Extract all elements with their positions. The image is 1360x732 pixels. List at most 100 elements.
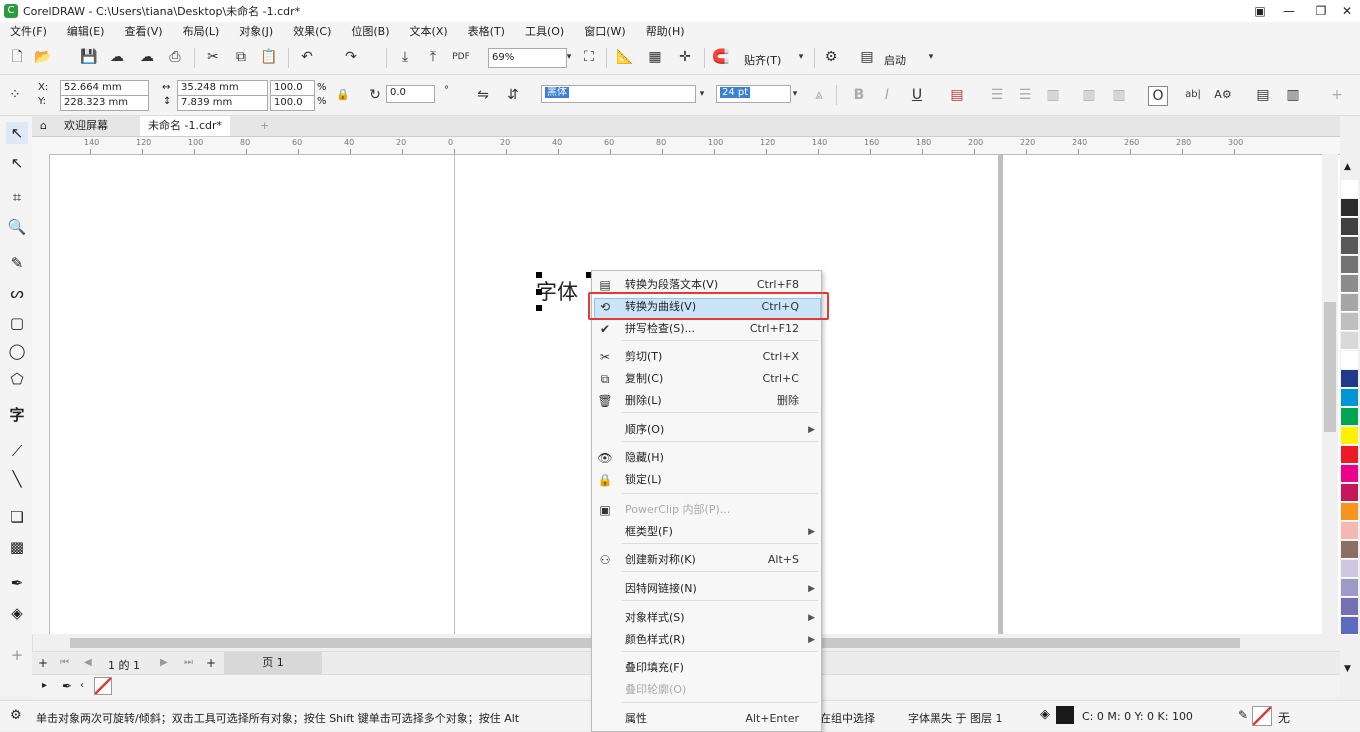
full-screen-icon[interactable]: ⛶ <box>580 48 598 66</box>
palette-swatch[interactable] <box>1341 503 1358 521</box>
context-menu-item[interactable]: 框类型(F) ▶ <box>592 521 821 543</box>
rulers-icon[interactable]: 📐 <box>616 48 634 66</box>
rotate-icon[interactable]: ↻ <box>366 86 384 104</box>
add-page-end-icon[interactable]: + <box>206 656 216 670</box>
drop-cap-icon[interactable]: ▥ <box>1044 86 1062 104</box>
palette-swatch[interactable] <box>1341 370 1358 388</box>
selection-handle[interactable] <box>536 272 542 278</box>
menu-effects[interactable]: 效果(C) <box>283 22 341 42</box>
drop-shadow-icon[interactable]: ❏ <box>6 506 28 528</box>
mirror-horizontal-icon[interactable]: ⇋ <box>474 86 492 104</box>
context-menu-item[interactable]: ✂ 剪切(T) Ctrl+X <box>592 346 821 368</box>
palette-scroll-down-icon[interactable]: ▼ <box>1344 664 1351 674</box>
palette-swatch[interactable] <box>1341 313 1358 331</box>
snap-icon[interactable]: 🧲 <box>712 48 730 66</box>
font-list-icon[interactable]: ⩓ <box>810 86 828 104</box>
palette-swatch[interactable] <box>1341 294 1358 312</box>
palette-swatch[interactable] <box>1341 218 1358 236</box>
transparency-icon[interactable]: ▩ <box>6 536 28 558</box>
save-icon[interactable]: 💾 <box>80 48 98 66</box>
palette-swatch[interactable] <box>1341 617 1358 635</box>
guidelines-icon[interactable]: ✛ <box>676 48 694 66</box>
object-origin-icon[interactable]: ⁘ <box>6 86 24 104</box>
tab-welcome[interactable]: 欢迎屏幕 <box>56 116 116 136</box>
palette-swatch[interactable] <box>1341 237 1358 255</box>
new-tab-icon[interactable]: + <box>252 116 277 136</box>
selection-handle[interactable] <box>536 289 542 295</box>
palette-swatch[interactable] <box>1341 275 1358 293</box>
ellipse-tool-icon[interactable]: ◯ <box>6 340 28 362</box>
height-field[interactable]: 7.839 mm <box>177 95 268 111</box>
last-page-icon[interactable]: ⏭ <box>184 657 193 668</box>
print-icon[interactable]: ⎙ <box>166 48 184 66</box>
palette-swatch[interactable] <box>1341 598 1358 616</box>
eyedropper-icon[interactable]: ✒ <box>62 679 72 693</box>
text-align-icon[interactable]: ▤ <box>948 86 966 104</box>
crop-tool-icon[interactable]: ⌗ <box>6 186 28 208</box>
launch-icon[interactable]: ▤ <box>858 48 876 66</box>
menu-text[interactable]: 文本(X) <box>400 22 458 42</box>
context-menu-item[interactable]: ⧉ 复制(C) Ctrl+C <box>592 368 821 390</box>
import-icon[interactable]: ⤓ <box>396 48 414 66</box>
add-page-icon[interactable]: + <box>38 656 48 670</box>
palette-swatch[interactable] <box>1341 579 1358 597</box>
expand-icon[interactable]: ▸ <box>42 680 47 691</box>
fill-color-swatch[interactable] <box>1056 706 1074 724</box>
context-menu-item[interactable]: 对象样式(S) ▶ <box>592 607 821 629</box>
context-menu-item[interactable]: 🔒 锁定(L) <box>592 469 821 491</box>
tab-document[interactable]: 未命名 -1.cdr* <box>140 116 231 136</box>
numbered-list-icon[interactable]: ☰ <box>1016 86 1034 104</box>
outline-swatch[interactable] <box>1252 706 1272 726</box>
menu-window[interactable]: 窗口(W) <box>574 22 635 42</box>
zoom-tool-icon[interactable]: 🔍 <box>6 216 28 238</box>
font-family-select[interactable]: 黑体 <box>541 85 696 103</box>
palette-swatch[interactable] <box>1341 351 1358 369</box>
y-position-field[interactable]: 228.323 mm <box>60 95 149 111</box>
paste-icon[interactable]: 📋 <box>260 48 278 66</box>
selection-handle[interactable] <box>536 305 542 311</box>
menu-help[interactable]: 帮助(H) <box>636 22 695 42</box>
menu-bitmaps[interactable]: 位图(B) <box>341 22 399 42</box>
text-tool-icon[interactable]: 字 <box>6 404 28 426</box>
chevron-down-icon[interactable]: ▾ <box>693 85 711 103</box>
export-icon[interactable]: ⤒ <box>424 48 442 66</box>
menu-view[interactable]: 查看(V) <box>114 22 172 42</box>
palette-swatch[interactable] <box>1341 560 1358 578</box>
context-menu-item[interactable]: 颜色样式(R) ▶ <box>592 629 821 651</box>
italic-icon[interactable]: I <box>878 86 896 104</box>
context-menu-item[interactable]: 👁 隐藏(H) <box>592 447 821 469</box>
context-menu-item[interactable]: 因特网链接(N) ▶ <box>592 578 821 600</box>
no-color-swatch[interactable] <box>94 677 112 695</box>
launch-label[interactable]: 启动 <box>884 52 906 68</box>
context-menu-item[interactable]: 叠印填充(F) <box>592 657 821 679</box>
menu-layout[interactable]: 布局(L) <box>173 22 230 42</box>
palette-swatch[interactable] <box>1341 408 1358 426</box>
palette-swatch[interactable] <box>1341 446 1358 464</box>
palette-swatch[interactable] <box>1341 180 1358 198</box>
lock-ratio-icon[interactable]: 🔒 <box>334 86 352 104</box>
font-size-select[interactable]: 24 pt <box>716 85 791 103</box>
interactive-fill-icon[interactable]: ◈ <box>6 602 28 624</box>
cloud-download-icon[interactable]: ☁ <box>138 48 156 66</box>
palette-swatch[interactable] <box>1341 522 1358 540</box>
underline-icon[interactable]: U <box>908 86 926 104</box>
horizontal-ruler[interactable]: 140 120 100 80 60 40 20 0 20 40 60 80 100 120 140 160 18… <box>32 137 1340 155</box>
chevron-down-icon[interactable]: ▾ <box>792 48 810 66</box>
vertical-text-icon[interactable]: ▥ <box>1284 86 1302 104</box>
undo-icon[interactable]: ↶ <box>298 48 316 66</box>
scale-x-field[interactable]: 100.0 <box>270 80 315 96</box>
settings-icon[interactable]: ⚙ <box>10 708 22 723</box>
context-menu-item[interactable]: ⚇ 创建新对称(K) Alt+S <box>592 549 821 571</box>
connector-tool-icon[interactable]: ╲ <box>6 468 28 490</box>
context-menu-item[interactable]: ✔ 拼写检查(S)... Ctrl+F12 <box>592 318 821 340</box>
menu-file[interactable]: 文件(F) <box>0 22 57 42</box>
bullet-list-icon[interactable]: ☰ <box>988 86 1006 104</box>
page-tab[interactable]: 页 1 <box>224 652 322 674</box>
palette-scroll-up-icon[interactable]: ▲ <box>1344 162 1351 172</box>
scroll-thumb[interactable] <box>1324 302 1336 432</box>
chevron-down-icon[interactable]: ▾ <box>922 48 940 66</box>
palette-swatch[interactable] <box>1341 465 1358 483</box>
chevron-down-icon[interactable]: ▾ <box>560 48 578 66</box>
cut-icon[interactable]: ✂ <box>204 48 222 66</box>
polygon-tool-icon[interactable]: ⬠ <box>6 368 28 390</box>
